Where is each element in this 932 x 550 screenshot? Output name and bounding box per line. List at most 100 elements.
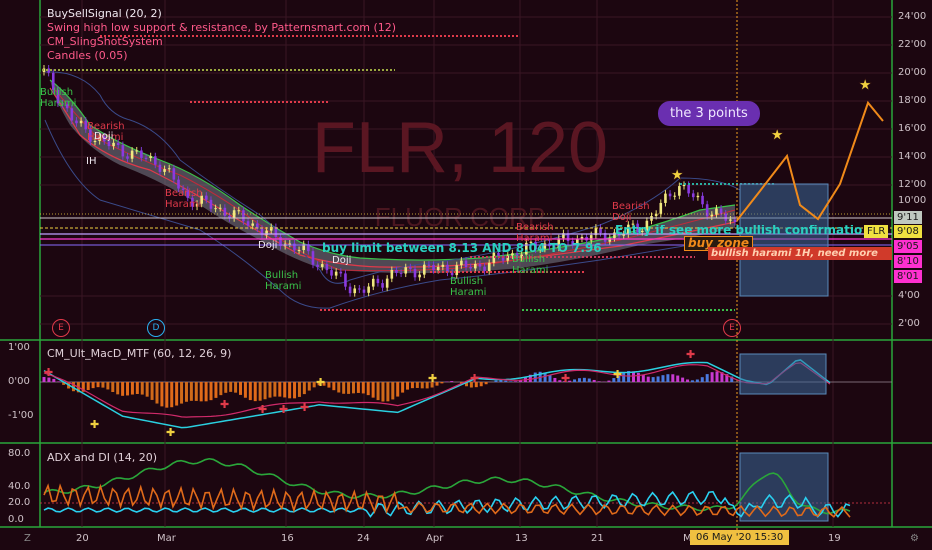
macd-histogram-bar <box>106 382 110 390</box>
candle <box>441 264 445 267</box>
macd-pane-title[interactable]: CM_Ult_MacD_MTF (60, 12, 26, 9) <box>47 347 231 360</box>
macd-histogram-bar <box>381 382 385 402</box>
macd-histogram-bar <box>180 382 184 404</box>
candle <box>140 150 143 158</box>
adx-tick: 0.0 <box>8 514 24 525</box>
candle <box>668 193 672 197</box>
macd-histogram-bar <box>342 382 346 394</box>
macd-histogram-bar <box>204 382 208 402</box>
time-tick: 24 <box>357 533 370 544</box>
price-tag: 8'01 <box>894 270 922 283</box>
price-tick: 20'00 <box>898 67 927 78</box>
price-tick: 16'00 <box>898 123 927 134</box>
macd-histogram-bar <box>209 382 213 401</box>
chart-canvas[interactable]: FLR, 120 FLUOR CORP ★ ★ ★ ✚✚✚✚ ✚ ✚ ✚✚ ✚ … <box>0 0 932 550</box>
candle <box>348 286 352 294</box>
macd-histogram-bar <box>548 375 552 382</box>
pattern-label: IH <box>86 156 97 167</box>
macd-histogram-bar <box>135 382 139 394</box>
candle <box>427 264 431 266</box>
time-tick: Mar <box>157 533 176 544</box>
macd-histogram-bar <box>175 382 179 406</box>
macd-histogram-bar <box>376 382 380 401</box>
macd-histogram-bar <box>307 382 311 391</box>
macd-histogram-bar <box>86 382 90 391</box>
time-tick: Apr <box>426 533 444 544</box>
indicator-candles[interactable]: Candles (0.05) <box>47 49 128 63</box>
cross-signal-marker: ✚ <box>258 403 267 416</box>
candle <box>589 235 593 241</box>
candle <box>367 286 370 293</box>
last-price-badge: 9'08 <box>894 225 922 238</box>
macd-histogram-bar <box>415 382 419 388</box>
three-points-bubble[interactable]: the 3 points <box>658 101 760 126</box>
price-tick: 22'00 <box>898 39 927 50</box>
earnings-marker[interactable]: E <box>52 319 70 337</box>
zoom-icon[interactable]: Z <box>24 533 31 544</box>
macd-histogram-bar <box>573 379 577 382</box>
indicator-slingshot[interactable]: CM_SlingShotSystem <box>47 35 163 49</box>
candle <box>242 210 245 222</box>
candle <box>251 223 254 226</box>
candle <box>223 207 227 216</box>
candle <box>390 269 394 279</box>
pattern-label: Bullish Harami <box>265 270 302 292</box>
candle <box>70 108 74 121</box>
adx-pane-title[interactable]: ADX and DI (14, 20) <box>47 451 157 464</box>
candle <box>478 263 482 267</box>
candle <box>144 157 148 159</box>
price-tick: 12'00 <box>898 179 927 190</box>
buy-limit-note[interactable]: buy limit between 8.13 AND 8.04 TO 7.96 <box>322 242 602 254</box>
macd-histogram-bar <box>297 382 301 397</box>
candle <box>325 264 329 271</box>
candle <box>733 219 737 223</box>
macd-histogram-bar <box>676 375 680 382</box>
candle <box>404 267 408 274</box>
macd-histogram-bar <box>116 382 120 395</box>
candle <box>473 263 477 269</box>
macd-histogram-bar <box>420 382 424 389</box>
candle <box>487 262 491 272</box>
bullish-harami-note[interactable]: bullish harami 1H, need more <box>708 247 892 260</box>
pattern-label: Bearish Doji <box>612 201 650 223</box>
macd-histogram-bar <box>258 382 262 401</box>
macd-histogram-bar <box>194 382 198 401</box>
candle <box>483 266 486 272</box>
macd-histogram-bar <box>52 378 56 382</box>
candle <box>334 271 338 276</box>
macd-histogram-bar <box>671 374 675 382</box>
macd-histogram-bar <box>337 382 341 393</box>
pattern-label: Doji <box>94 131 114 142</box>
pattern-label: Bullish Harami <box>450 276 487 298</box>
candle <box>158 164 162 172</box>
macd-histogram-bar <box>582 377 586 382</box>
macd-histogram-bar <box>165 382 169 408</box>
candle <box>112 142 115 147</box>
macd-histogram-bar <box>91 382 95 389</box>
candle <box>469 267 472 269</box>
price-tick: 14'00 <box>898 151 927 162</box>
candle <box>339 271 343 274</box>
candle <box>167 168 171 170</box>
candle <box>172 168 176 180</box>
earnings-marker[interactable]: E <box>723 319 741 337</box>
macd-histogram-bar <box>371 382 375 398</box>
entry-note[interactable]: Entry if see more bullish confirmation <box>615 225 862 236</box>
pattern-label: Doji <box>258 240 278 251</box>
macd-histogram-bar <box>140 382 144 395</box>
candle <box>163 169 166 172</box>
macd-histogram-bar <box>57 381 61 382</box>
cross-signal-marker: ✚ <box>316 376 325 389</box>
macd-histogram-bar <box>243 382 247 398</box>
indicator-swing-support[interactable]: Swing high low support & resistance, by … <box>47 21 396 35</box>
macd-histogram-bar <box>391 382 395 400</box>
price-tick: 24'00 <box>898 11 927 22</box>
macd-histogram-bar <box>126 382 130 396</box>
dividend-marker[interactable]: D <box>147 319 165 337</box>
macd-histogram-bar <box>607 380 611 382</box>
macd-histogram-bar <box>184 382 188 402</box>
settings-icon[interactable]: ⚙ <box>910 533 919 544</box>
cross-signal-marker: ✚ <box>44 366 53 379</box>
candle <box>710 214 714 217</box>
indicator-buysellsignal[interactable]: BuySellSignal (20, 2) <box>47 7 162 21</box>
